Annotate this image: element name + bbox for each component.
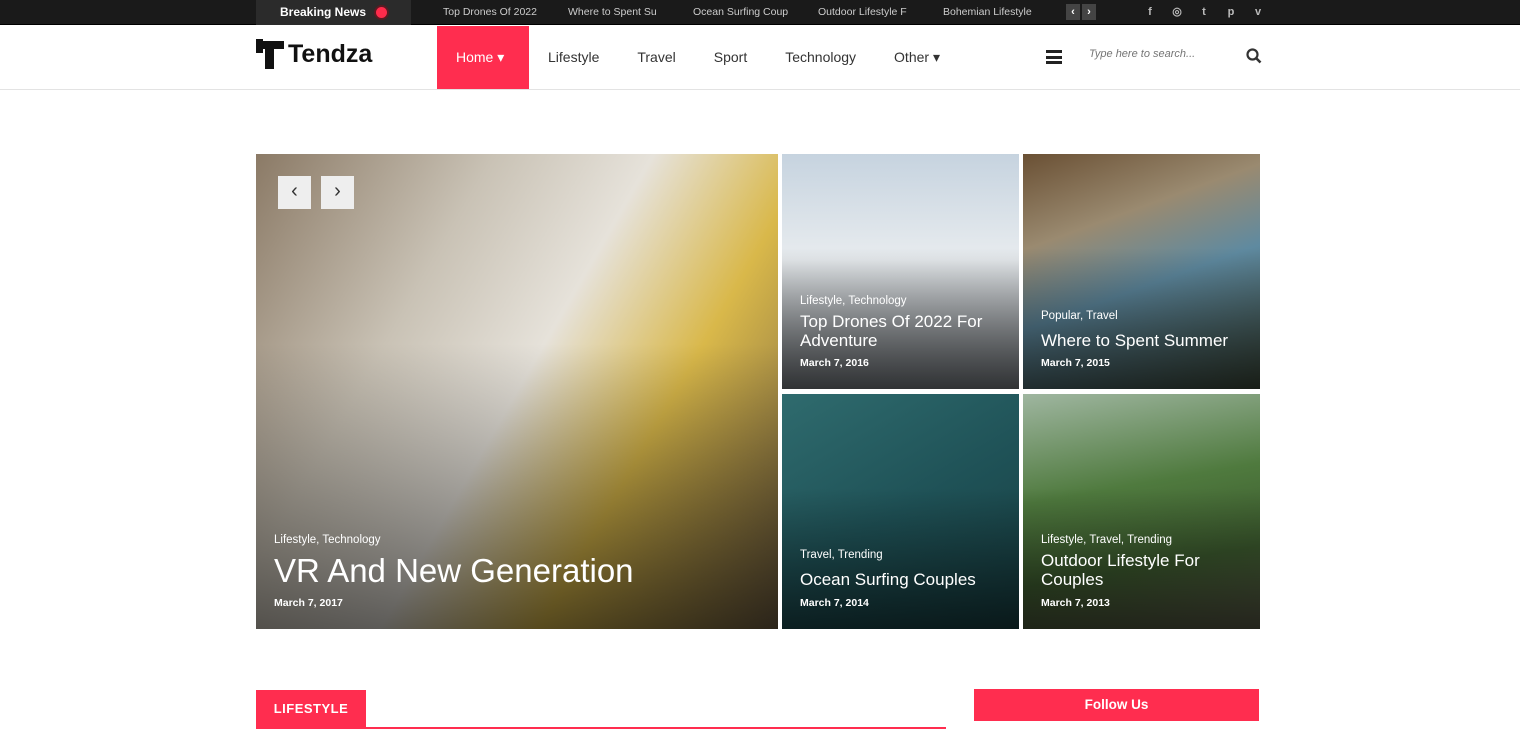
vimeo-icon[interactable]: v bbox=[1251, 0, 1265, 24]
logo-text: Tendza bbox=[288, 39, 373, 68]
menu-icon[interactable] bbox=[1046, 50, 1062, 64]
pinterest-icon[interactable]: p bbox=[1224, 0, 1238, 24]
post-card[interactable]: Travel, Trending Ocean Surfing Couples M… bbox=[782, 394, 1019, 629]
nav-technology[interactable]: Technology bbox=[766, 26, 875, 89]
ticker-item[interactable]: Bohemian Lifestyle bbox=[943, 0, 1038, 25]
slider-prev-button[interactable]: ‹ bbox=[278, 176, 311, 209]
post-category[interactable]: Lifestyle, Technology bbox=[800, 295, 907, 307]
breaking-news-label: Breaking News bbox=[256, 0, 411, 25]
nav-home[interactable]: Home ▾ bbox=[437, 26, 529, 89]
nav-sport[interactable]: Sport bbox=[695, 26, 766, 89]
twitter-icon[interactable]: t bbox=[1197, 0, 1211, 24]
facebook-icon[interactable]: f bbox=[1143, 0, 1157, 24]
post-category[interactable]: Lifestyle, Travel, Trending bbox=[1041, 534, 1172, 546]
main-header: Tendza Home ▾ Lifestyle Travel Sport Tec… bbox=[0, 26, 1520, 90]
post-category[interactable]: Travel, Trending bbox=[800, 549, 883, 561]
follow-us-heading: Follow Us bbox=[974, 689, 1259, 721]
post-title[interactable]: Top Drones Of 2022 For Adventure bbox=[800, 312, 1010, 350]
post-date: March 7, 2015 bbox=[1041, 357, 1110, 369]
ticker-prev-button[interactable]: ‹ bbox=[1066, 4, 1080, 20]
slider-next-button[interactable]: › bbox=[321, 176, 354, 209]
ticker-item[interactable]: Where to Spent Su bbox=[568, 0, 693, 25]
post-card[interactable]: Popular, Travel Where to Spent Summer Ma… bbox=[1023, 154, 1260, 389]
post-category[interactable]: Popular, Travel bbox=[1041, 310, 1118, 322]
ticker-item[interactable]: Outdoor Lifestyle F bbox=[818, 0, 943, 25]
post-date: March 7, 2013 bbox=[1041, 597, 1110, 609]
post-card[interactable]: Lifestyle, Technology Top Drones Of 2022… bbox=[782, 154, 1019, 389]
lifestyle-section-heading: LIFESTYLE bbox=[256, 690, 366, 728]
logo-mark-icon bbox=[256, 39, 284, 69]
search-icon[interactable] bbox=[1246, 48, 1262, 64]
post-title[interactable]: Ocean Surfing Couples bbox=[800, 570, 1015, 589]
top-bar: Breaking News Top Drones Of 2022 Where t… bbox=[0, 0, 1520, 25]
breaking-news-text: Breaking News bbox=[280, 5, 367, 19]
post-title[interactable]: Where to Spent Summer bbox=[1041, 331, 1256, 350]
ticker-item[interactable]: Top Drones Of 2022 bbox=[443, 0, 568, 25]
post-card[interactable]: Lifestyle, Travel, Trending Outdoor Life… bbox=[1023, 394, 1260, 629]
post-title[interactable]: Outdoor Lifestyle For Couples bbox=[1041, 551, 1241, 589]
search-input[interactable] bbox=[1089, 48, 1229, 60]
nav-travel[interactable]: Travel bbox=[618, 26, 694, 89]
live-dot-icon bbox=[376, 7, 387, 18]
post-category[interactable]: Lifestyle, Technology bbox=[274, 534, 381, 546]
nav-other[interactable]: Other ▾ bbox=[875, 26, 959, 89]
instagram-icon[interactable]: ◎ bbox=[1170, 0, 1184, 24]
post-date: March 7, 2014 bbox=[800, 597, 869, 609]
post-date: March 7, 2017 bbox=[274, 597, 343, 609]
featured-post[interactable]: Lifestyle, Technology VR And New Generat… bbox=[256, 154, 778, 629]
main-nav: Home ▾ Lifestyle Travel Sport Technology… bbox=[437, 26, 959, 89]
logo[interactable]: Tendza bbox=[256, 39, 372, 69]
section-divider bbox=[256, 727, 946, 729]
post-date: March 7, 2016 bbox=[800, 357, 869, 369]
nav-lifestyle[interactable]: Lifestyle bbox=[529, 26, 618, 89]
post-title[interactable]: VR And New Generation bbox=[274, 552, 634, 590]
ticker-item[interactable]: Ocean Surfing Coup bbox=[693, 0, 818, 25]
news-ticker: Top Drones Of 2022 Where to Spent Su Oce… bbox=[443, 0, 1038, 25]
ticker-next-button[interactable]: › bbox=[1082, 4, 1096, 20]
